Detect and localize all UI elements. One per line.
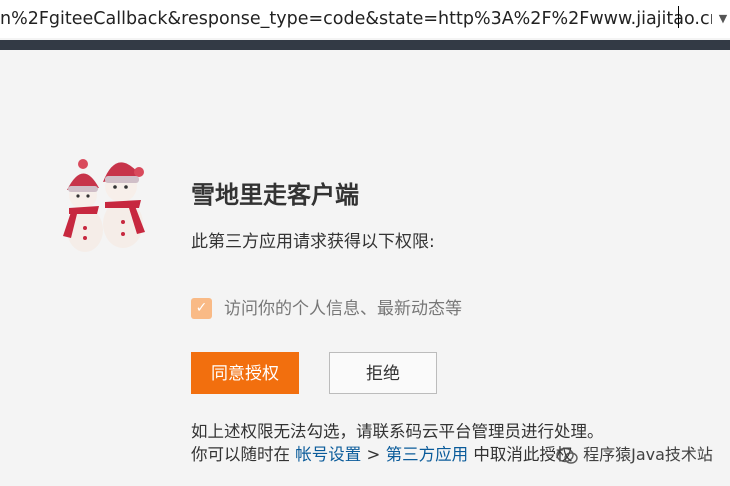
watermark-text: 程序猿Java技术站 <box>583 445 713 464</box>
watermark: 程序猿Java技术站 <box>556 442 713 468</box>
chevron-down-icon[interactable]: ▼ <box>718 12 728 26</box>
app-logo <box>55 150 155 260</box>
wechat-icon <box>556 447 578 465</box>
account-settings-link[interactable]: 帐号设置 <box>295 445 361 464</box>
deny-button[interactable]: 拒绝 <box>329 352 437 394</box>
checkbox-checked-icon[interactable]: ✓ <box>191 298 212 319</box>
address-bar[interactable]: n%2FgiteeCallback&response_type=code&sta… <box>0 0 730 38</box>
revoke-note: 你可以随时在 帐号设置 > 第三方应用 中取消此授权 <box>191 443 572 467</box>
authorize-button[interactable]: 同意授权 <box>191 352 299 394</box>
url-text[interactable]: n%2FgiteeCallback&response_type=code&sta… <box>0 6 712 32</box>
permission-item: ✓ 访问你的个人信息、最新动态等 <box>191 296 511 322</box>
permission-intro: 此第三方应用请求获得以下权限: <box>191 232 435 252</box>
snowman-logo-icon <box>63 159 145 252</box>
revoke-note-prefix: 你可以随时在 <box>191 445 290 464</box>
app-name: 雪地里走客户端 <box>191 181 359 209</box>
text-caret <box>678 6 679 28</box>
permission-label: 访问你的个人信息、最新动态等 <box>224 299 462 319</box>
breadcrumb-separator: > <box>366 445 381 464</box>
third-party-apps-link[interactable]: 第三方应用 <box>386 445 469 464</box>
top-header-bar <box>0 40 730 50</box>
permission-note: 如上述权限无法勾选，请联系码云平台管理员进行处理。 <box>191 422 604 441</box>
